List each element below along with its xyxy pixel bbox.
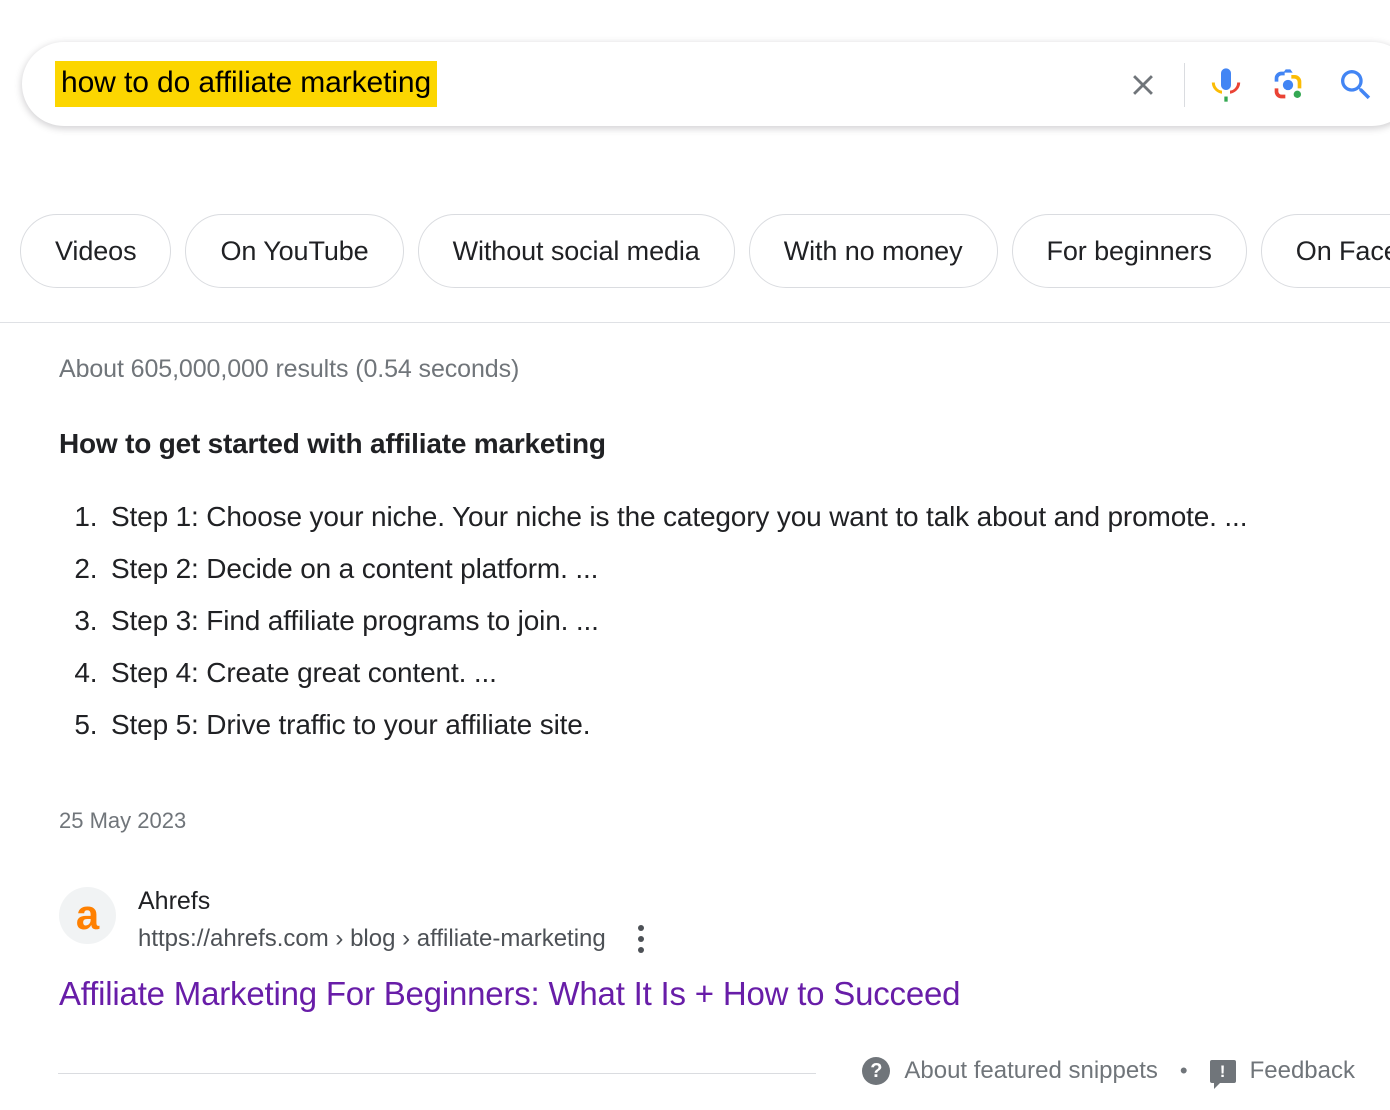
microphone-icon[interactable]: [1203, 62, 1249, 108]
snippet-date: 25 May 2023: [59, 808, 186, 834]
favicon-letter: a: [76, 894, 99, 936]
chip-label: For beginners: [1047, 236, 1212, 267]
footer-divider: [58, 1073, 816, 1074]
chip-label: Videos: [55, 236, 136, 267]
filter-chip-on-facebook[interactable]: On Facebook: [1261, 214, 1390, 288]
search-bar-container: how to do affiliate marketing: [22, 42, 1390, 126]
list-item: Step 4: Create great content. ...: [105, 648, 1320, 697]
search-icon[interactable]: [1333, 62, 1379, 108]
result-source: a Ahrefs https://ahrefs.com › blog › aff…: [59, 884, 654, 954]
url-row: https://ahrefs.com › blog › affiliate-ma…: [138, 924, 654, 954]
chip-label: On YouTube: [220, 236, 368, 267]
result-title-link[interactable]: Affiliate Marketing For Beginners: What …: [59, 975, 960, 1013]
filter-chip-for-beginners[interactable]: For beginners: [1012, 214, 1247, 288]
search-box-actions: [1120, 43, 1390, 127]
list-item: Step 1: Choose your niche. Your niche is…: [105, 492, 1320, 541]
chip-label: On Facebook: [1296, 236, 1390, 267]
list-item: Step 5: Drive traffic to your affiliate …: [105, 700, 1320, 749]
chip-label: With no money: [784, 236, 963, 267]
search-input[interactable]: how to do affiliate marketing: [55, 61, 437, 107]
footer-separator: •: [1180, 1058, 1188, 1084]
more-options-icon[interactable]: [628, 924, 654, 954]
feedback-icon[interactable]: !: [1210, 1060, 1236, 1083]
filter-chips: Videos On YouTube Without social media W…: [20, 214, 1390, 288]
filter-chip-on-youtube[interactable]: On YouTube: [185, 214, 403, 288]
filter-chip-with-no-money[interactable]: With no money: [749, 214, 998, 288]
featured-snippet-heading: How to get started with affiliate market…: [59, 428, 606, 460]
list-item: Step 2: Decide on a content platform. ..…: [105, 544, 1320, 593]
close-icon[interactable]: [1120, 62, 1166, 108]
featured-snippet-steps: Step 1: Choose your niche. Your niche is…: [59, 492, 1320, 752]
breadcrumb: https://ahrefs.com › blog › affiliate-ma…: [138, 924, 606, 954]
site-name: Ahrefs: [138, 884, 654, 918]
header-divider: [0, 322, 1390, 323]
favicon: a: [59, 887, 116, 944]
feedback-link[interactable]: Feedback: [1250, 1057, 1355, 1085]
chip-label: Without social media: [453, 236, 700, 267]
about-featured-snippets-link[interactable]: About featured snippets: [904, 1057, 1158, 1085]
google-lens-camera-icon[interactable]: [1265, 62, 1311, 108]
snippet-footer: ? About featured snippets • ! Feedback: [862, 1057, 1355, 1085]
source-text-lines: Ahrefs https://ahrefs.com › blog › affil…: [138, 884, 654, 954]
question-mark-icon[interactable]: ?: [862, 1057, 890, 1085]
filter-chip-videos[interactable]: Videos: [20, 214, 171, 288]
search-box[interactable]: how to do affiliate marketing: [22, 42, 1390, 126]
filter-chip-without-social-media[interactable]: Without social media: [418, 214, 735, 288]
result-stats: About 605,000,000 results (0.54 seconds): [59, 355, 519, 384]
search-actions-divider: [1184, 63, 1185, 107]
list-item: Step 3: Find affiliate programs to join.…: [105, 596, 1320, 645]
